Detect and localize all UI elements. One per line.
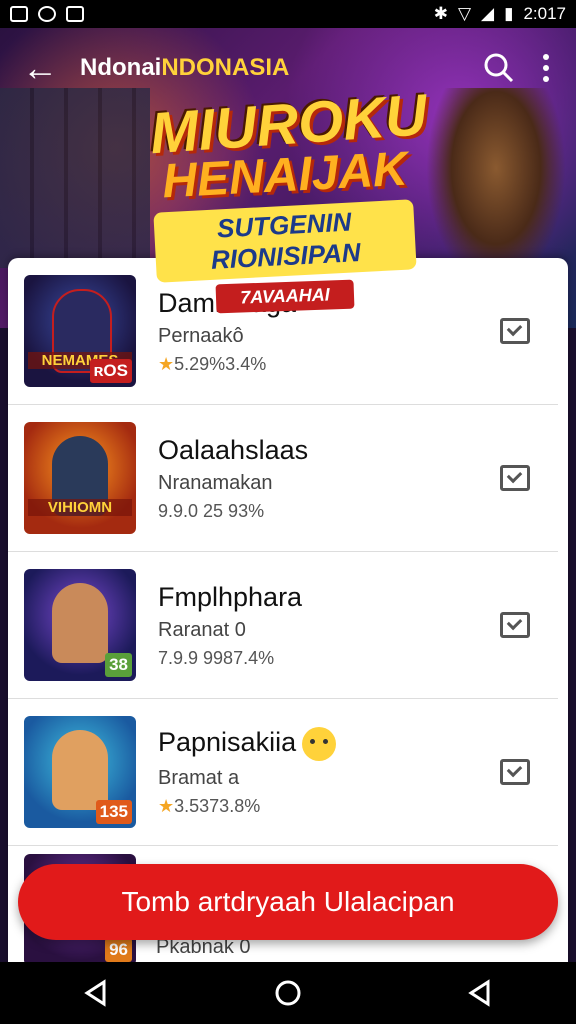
search-button[interactable] bbox=[482, 51, 516, 85]
title-part1: Ndonai bbox=[80, 54, 162, 81]
game-developer: Pernaakô bbox=[158, 324, 244, 347]
install-button[interactable] bbox=[500, 318, 530, 344]
more-dot-icon bbox=[543, 53, 549, 60]
game-info: Papnisakiia Bramat a ★3.5373.8% bbox=[158, 727, 500, 817]
arrow-left-icon: ← bbox=[22, 47, 58, 88]
game-name: Papnisakiia bbox=[158, 727, 500, 761]
app-notification-icon bbox=[38, 6, 56, 22]
primary-action-button[interactable]: Tomb artdryaah Ulalacipan bbox=[18, 864, 558, 940]
battery-icon: ▮ bbox=[504, 4, 514, 23]
character-illustration bbox=[52, 583, 108, 663]
back-button[interactable]: ← bbox=[0, 28, 80, 108]
more-options-button[interactable] bbox=[536, 51, 556, 85]
image-notification-icon bbox=[66, 6, 84, 22]
wifi-icon: ▽ bbox=[457, 4, 472, 23]
logo-ribbon: SUTGENIN RIONISIPAN bbox=[153, 199, 417, 283]
status-bar: ✱ ▽ ◢ ▮ 2:017 bbox=[0, 0, 576, 28]
rating-value: 3.5373.8% bbox=[174, 796, 261, 816]
system-icons: ✱ ▽ ◢ ▮ 2:017 bbox=[434, 4, 566, 24]
nav-home-button[interactable] bbox=[268, 973, 308, 1013]
thumbnail-badge: ʀOS bbox=[89, 359, 132, 383]
page-title: NdonaiNDONASIA bbox=[80, 54, 289, 82]
thumbnail-badge: 96 bbox=[105, 937, 132, 962]
game-thumbnail: VIHIOMN bbox=[24, 422, 136, 534]
game-name: Oalaahslaas bbox=[158, 434, 309, 465]
more-dot-icon bbox=[543, 64, 549, 71]
thumbnail-badge: 135 bbox=[95, 800, 132, 824]
game-developer: Nranamakan bbox=[158, 471, 273, 494]
notification-icons bbox=[10, 6, 84, 22]
nav-back-button[interactable] bbox=[76, 973, 116, 1013]
nav-recents-button[interactable] bbox=[460, 973, 500, 1013]
game-info: Fmplhphara Raranat 0 7.9.9 9987.4% bbox=[158, 582, 500, 669]
game-rating: ★5.29%3.4% bbox=[158, 354, 500, 375]
install-button[interactable] bbox=[500, 465, 530, 491]
triangle-recents-icon bbox=[468, 979, 490, 1007]
city-illustration bbox=[0, 88, 150, 268]
chart-notification-icon bbox=[10, 6, 28, 22]
list-item[interactable]: 135 Papnisakiia Bramat a ★3.5373.8% bbox=[8, 699, 558, 846]
bluetooth-icon: ✱ bbox=[433, 4, 448, 23]
logo-line2: HENAIJAK bbox=[161, 142, 409, 209]
triangle-back-icon bbox=[84, 979, 106, 1007]
list-item[interactable]: 38 Fmplhphara Raranat 0 7.9.9 9987.4% bbox=[8, 552, 558, 699]
star-icon: ★ bbox=[158, 353, 175, 374]
install-button[interactable] bbox=[500, 612, 530, 638]
game-logo: MIUROKU HENAIJAK SUTGENIN RIONISIPAN 7AV… bbox=[148, 82, 429, 314]
character-illustration bbox=[52, 730, 108, 810]
list-item[interactable]: VIHIOMN Oalaahslaas Nranamakan 9.9.0 25 … bbox=[8, 405, 558, 552]
smiley-emoji-icon bbox=[302, 727, 337, 761]
search-icon bbox=[484, 53, 514, 83]
game-thumbnail: 38 bbox=[24, 569, 136, 681]
game-rating: 9.9.0 25 93% bbox=[158, 500, 265, 521]
game-rating: 7.9.9 9987.4% bbox=[158, 647, 275, 668]
title-part2: NDONASIA bbox=[161, 54, 290, 81]
game-thumbnail: NEMAMES ʀOS bbox=[24, 275, 136, 387]
game-name: Fmplhphara bbox=[158, 581, 303, 612]
clock: 2:017 bbox=[523, 4, 566, 23]
system-nav-bar bbox=[0, 962, 576, 1024]
game-developer: Bramat a bbox=[158, 767, 240, 789]
logo-tag: 7AVAAHAI bbox=[215, 279, 355, 314]
install-button[interactable] bbox=[500, 759, 530, 785]
rating-value: 5.29%3.4% bbox=[174, 353, 267, 374]
signal-icon: ◢ bbox=[481, 4, 495, 23]
game-name-text: Papnisakiia bbox=[158, 727, 297, 758]
circle-home-icon bbox=[275, 980, 301, 1006]
game-developer: Raranat 0 bbox=[158, 618, 246, 641]
thumbnail-caption: VIHIOMN bbox=[28, 499, 132, 516]
more-dot-icon bbox=[543, 76, 549, 83]
game-info: Oalaahslaas Nranamakan 9.9.0 25 93% bbox=[158, 435, 500, 522]
toolbar-actions bbox=[482, 51, 576, 85]
star-icon: ★ bbox=[158, 796, 175, 816]
thumbnail-badge: 38 bbox=[105, 653, 132, 677]
game-thumbnail: 135 bbox=[24, 716, 136, 828]
game-rating: ★3.5373.8% bbox=[158, 796, 500, 817]
top-toolbar: ← NdonaiNDONASIA bbox=[0, 28, 576, 108]
